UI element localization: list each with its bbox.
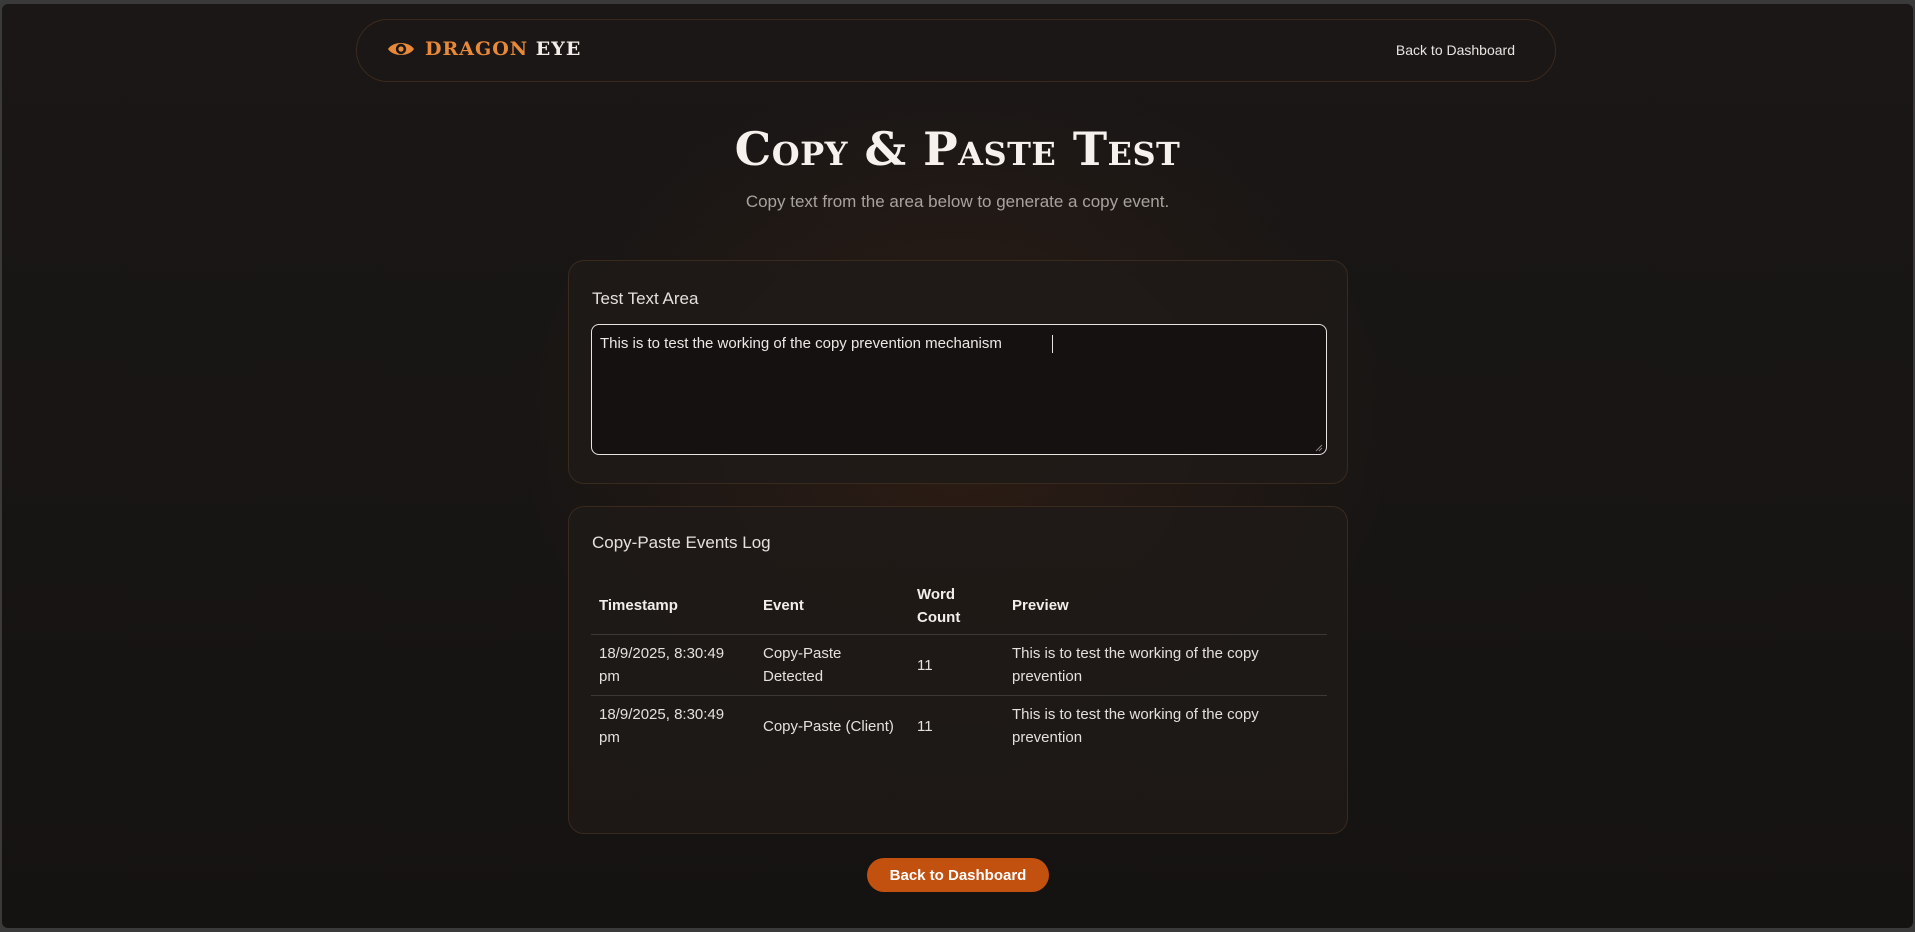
cell-event: Copy-Paste Detected bbox=[755, 634, 909, 696]
table-row: 18/9/2025, 8:30:49 pm Copy-Paste (Client… bbox=[591, 696, 1327, 757]
events-log-table: Timestamp Event Word Count Preview 18/9/… bbox=[591, 577, 1327, 756]
table-header-row: Timestamp Event Word Count Preview bbox=[591, 577, 1327, 635]
events-log-card: Copy-Paste Events Log Timestamp Event Wo… bbox=[568, 506, 1348, 834]
eye-icon bbox=[387, 39, 415, 59]
cell-timestamp: 18/9/2025, 8:30:49 pm bbox=[591, 634, 755, 696]
column-header-event: Event bbox=[755, 577, 909, 635]
test-textarea[interactable]: This is to test the working of the copy … bbox=[591, 324, 1327, 455]
cell-event: Copy-Paste (Client) bbox=[763, 717, 894, 735]
test-text-area-card: Test Text Area This is to test the worki… bbox=[568, 260, 1348, 484]
column-header-word-count: Word Count bbox=[909, 577, 1004, 635]
resize-grip-icon[interactable] bbox=[1315, 444, 1323, 452]
navbar: DRAGON EYE Back to Dashboard bbox=[356, 19, 1556, 82]
nav-back-to-dashboard-link[interactable]: Back to Dashboard bbox=[1396, 42, 1515, 58]
cell-timestamp: 18/9/2025, 8:30:49 pm bbox=[599, 706, 725, 746]
app-window: DRAGON EYE Back to Dashboard Copy & Past… bbox=[2, 4, 1913, 928]
brand-name-dragon: DRAGON bbox=[425, 38, 529, 60]
brand-logo[interactable]: DRAGON EYE bbox=[387, 38, 581, 60]
cell-preview: This is to test the working of the copy … bbox=[1004, 634, 1327, 696]
cell-word-count: 11 bbox=[909, 634, 1004, 696]
cell-preview: This is to test the working of the copy … bbox=[1012, 706, 1259, 746]
column-header-preview: Preview bbox=[1004, 577, 1327, 635]
back-to-dashboard-button[interactable]: Back to Dashboard bbox=[867, 858, 1049, 892]
text-cursor bbox=[1052, 335, 1053, 353]
brand-name-eye: EYE bbox=[535, 38, 582, 60]
test-text-area-title: Test Text Area bbox=[592, 289, 699, 308]
table-row: 18/9/2025, 8:30:49 pm Copy-Paste Detecte… bbox=[591, 634, 1327, 696]
brand-name: DRAGON EYE bbox=[425, 38, 581, 60]
page-subtitle: Copy text from the area below to generat… bbox=[745, 192, 1170, 211]
page-title: Copy & Paste Test bbox=[734, 122, 1181, 176]
column-header-timestamp: Timestamp bbox=[591, 577, 755, 635]
events-log-title: Copy-Paste Events Log bbox=[592, 533, 771, 552]
cell-word-count: 11 bbox=[917, 717, 933, 735]
